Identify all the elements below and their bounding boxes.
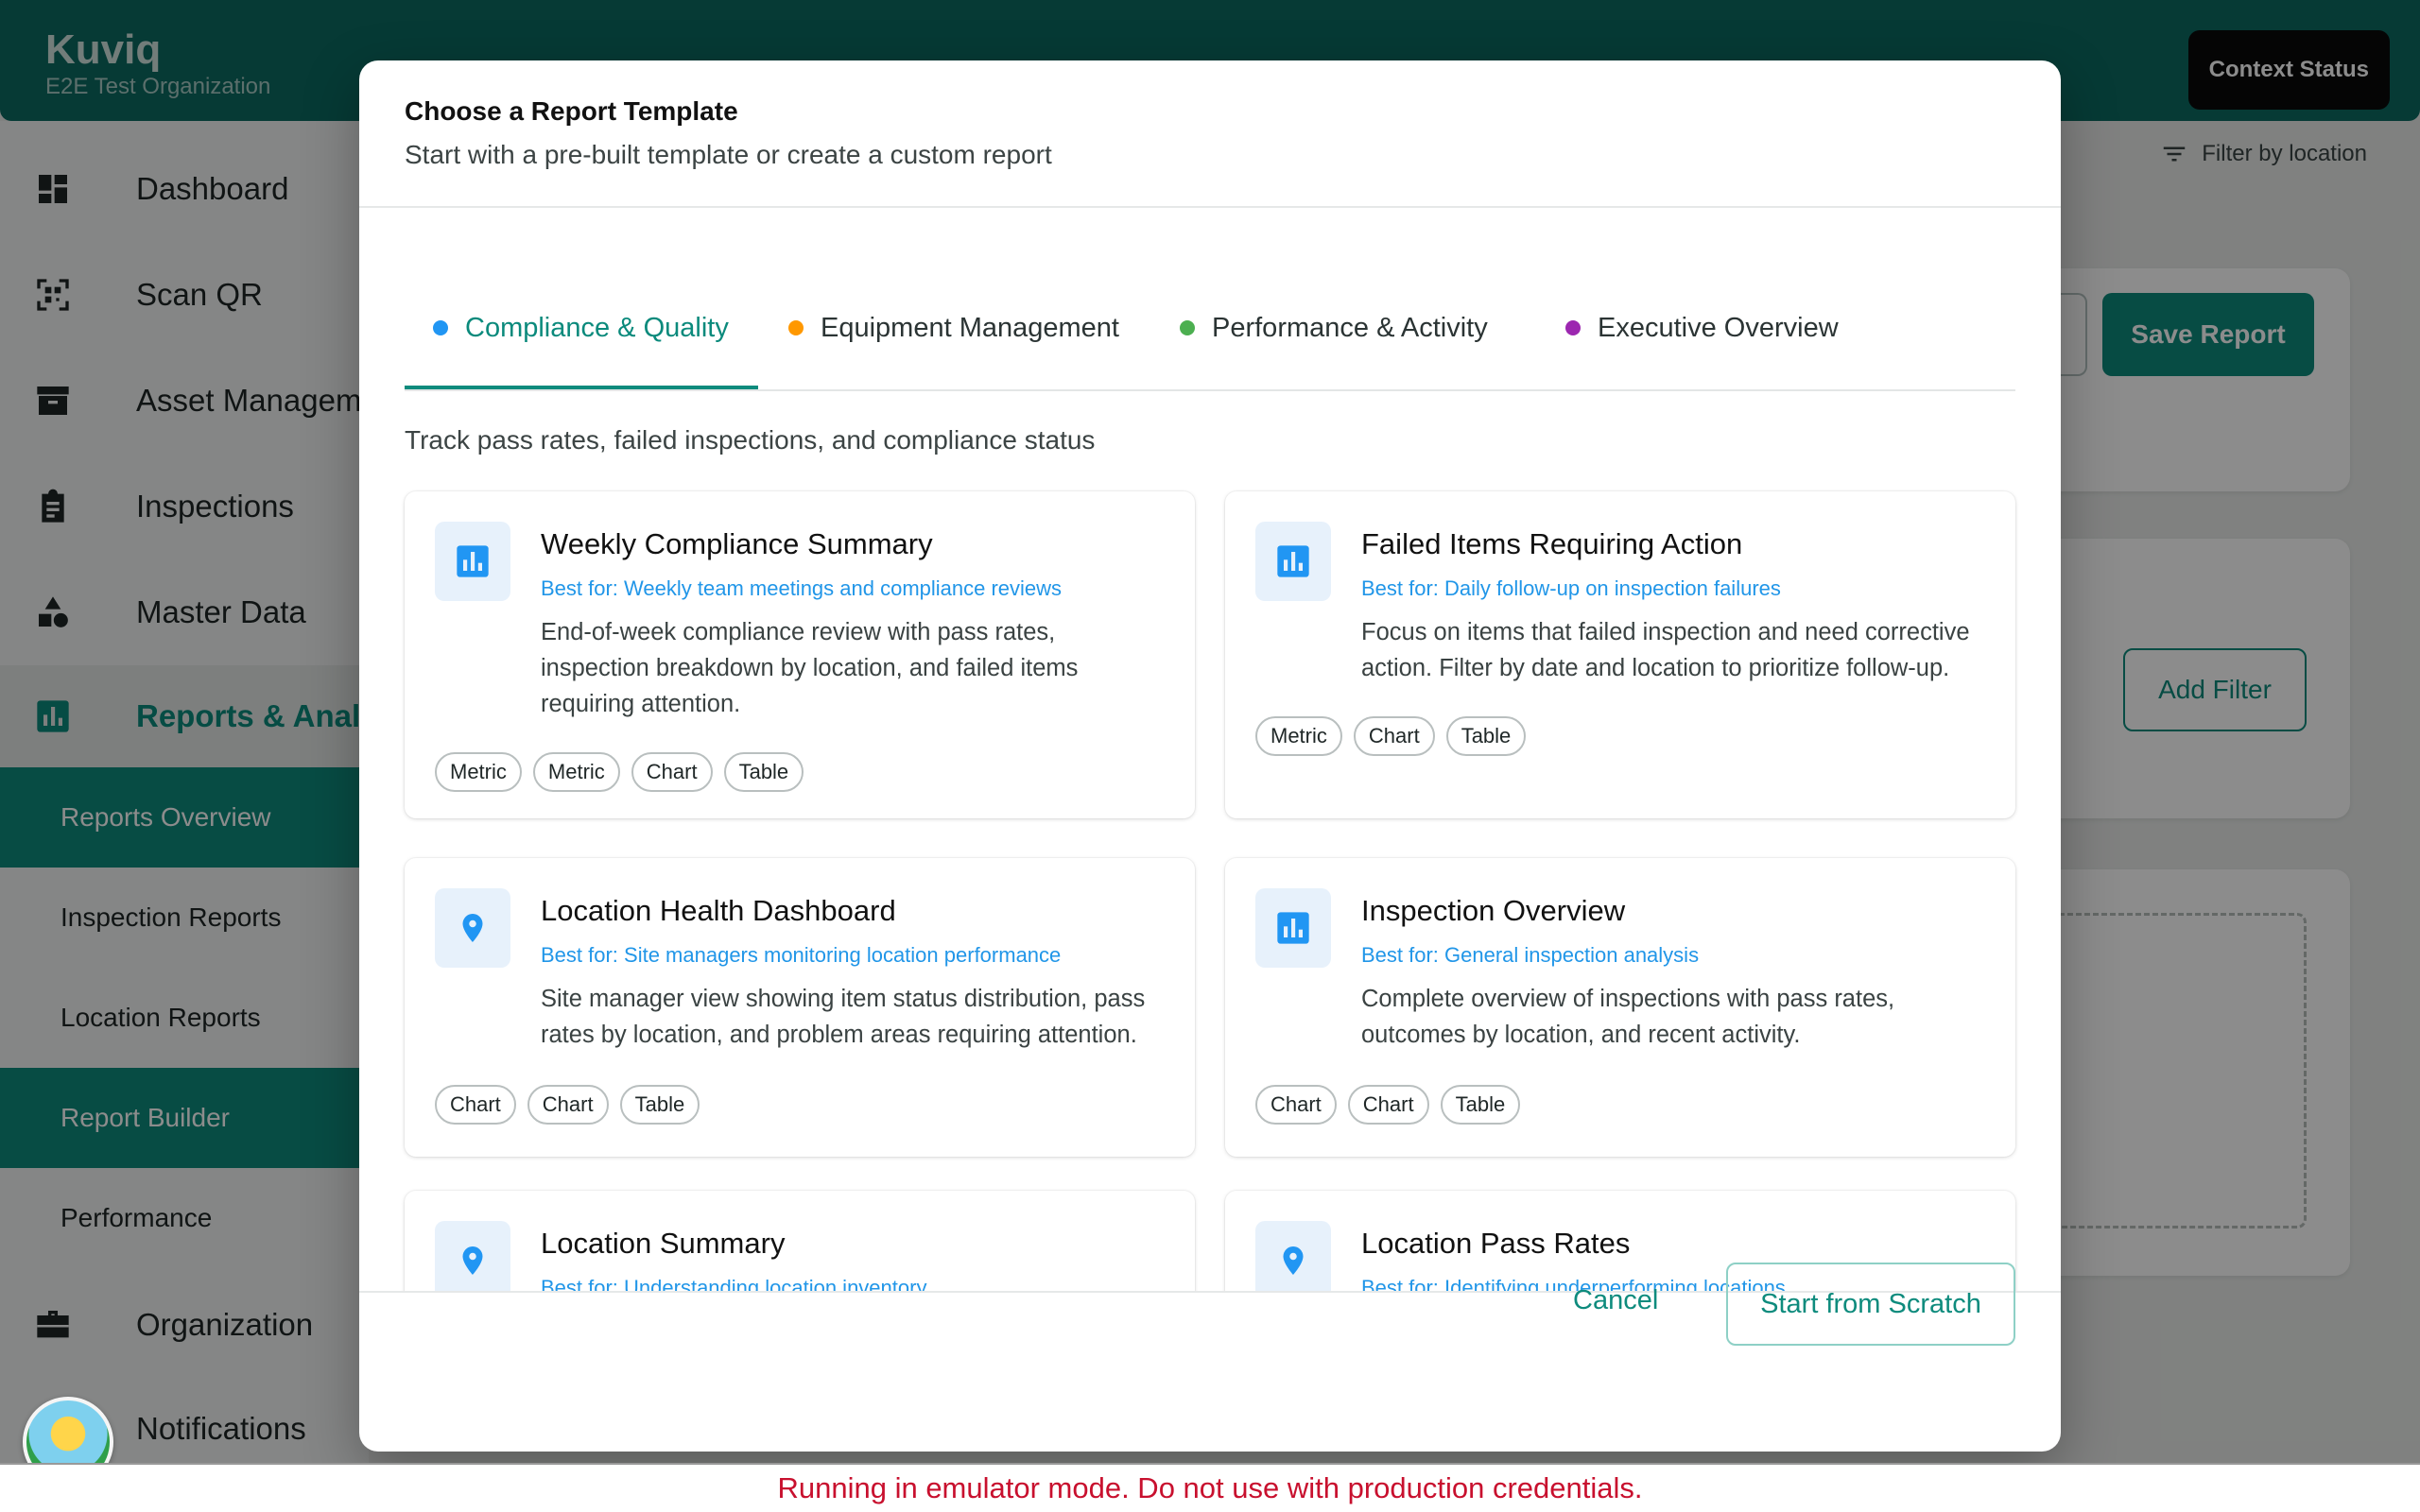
widget-chip: Chart <box>1347 1085 1429 1125</box>
widget-chip: Table <box>619 1085 700 1125</box>
widget-chip: Table <box>1445 716 1527 756</box>
category-dot-icon <box>1180 320 1195 335</box>
tab-label: Executive Overview <box>1598 312 1839 343</box>
widget-chip: Chart <box>1353 716 1435 756</box>
dialog-title: Choose a Report Template <box>405 96 738 126</box>
tab-performance-activity[interactable]: Performance & Activity <box>1180 266 1488 389</box>
template-name: Location Summary <box>541 1227 786 1260</box>
bar-chart-icon <box>1255 888 1331 968</box>
template-best-for: Best for: Understanding location invento… <box>541 1276 927 1291</box>
widget-chips: Chart Chart Table <box>435 1085 700 1125</box>
category-dot-icon <box>788 320 804 335</box>
template-description: Complete overview of inspections with pa… <box>1361 986 1895 1048</box>
tab-label: Performance & Activity <box>1212 312 1488 343</box>
template-name: Location Health Dashboard <box>541 894 896 927</box>
widget-chips: Metric Metric Chart Table <box>435 752 804 792</box>
template-card-location-summary[interactable]: Location Summary Best for: Understanding… <box>405 1191 1195 1291</box>
widget-chip: Chart <box>631 752 713 792</box>
divider <box>359 206 2061 208</box>
template-best-for: Best for: General inspection analysis <box>1361 943 1700 967</box>
tab-description: Track pass rates, failed inspections, an… <box>405 425 1096 455</box>
widget-chips: Metric Chart Table <box>1255 716 1527 756</box>
template-category-tabs: Compliance & Quality Equipment Managemen… <box>405 266 2015 391</box>
template-best-for: Best for: Weekly team meetings and compl… <box>541 576 1063 600</box>
widget-chip: Metric <box>1255 716 1342 756</box>
report-template-dialog: Choose a Report Template Start with a pr… <box>359 60 2061 1452</box>
tab-equipment-management[interactable]: Equipment Management <box>788 266 1119 389</box>
template-description: End-of-week compliance review with pass … <box>541 619 1079 717</box>
template-best-for: Best for: Daily follow-up on inspection … <box>1361 576 1781 600</box>
template-name: Weekly Compliance Summary <box>541 527 933 560</box>
bar-chart-icon <box>435 522 510 601</box>
tab-compliance-quality[interactable]: Compliance & Quality <box>433 266 729 389</box>
cancel-button[interactable]: Cancel <box>1573 1285 1658 1316</box>
widget-chip: Metric <box>532 752 620 792</box>
location-pin-icon <box>435 888 510 968</box>
widget-chip: Chart <box>435 1085 516 1125</box>
template-list[interactable]: Weekly Compliance Summary Best for: Week… <box>359 476 2061 1291</box>
widget-chips: Chart Chart Table <box>1255 1085 1521 1125</box>
tab-executive-overview[interactable]: Executive Overview <box>1565 266 1839 389</box>
widget-chip: Table <box>1440 1085 1521 1125</box>
start-from-scratch-button[interactable]: Start from Scratch <box>1726 1263 2015 1346</box>
widget-chip: Chart <box>527 1085 609 1125</box>
template-name: Inspection Overview <box>1361 894 1626 927</box>
tab-label: Equipment Management <box>821 312 1119 343</box>
template-description: Focus on items that failed inspection an… <box>1361 619 1970 681</box>
category-dot-icon <box>1565 320 1581 335</box>
emulator-warning-banner: Running in emulator mode. Do not use wit… <box>0 1463 2420 1512</box>
category-dot-icon <box>433 320 448 335</box>
dialog-subtitle: Start with a pre-built template or creat… <box>405 140 1052 169</box>
tab-label: Compliance & Quality <box>465 312 729 343</box>
location-pin-icon <box>1255 1221 1331 1291</box>
active-tab-indicator <box>405 386 758 389</box>
location-pin-icon <box>435 1221 510 1291</box>
template-name: Location Pass Rates <box>1361 1227 1631 1260</box>
template-best-for: Best for: Site managers monitoring locat… <box>541 943 1062 967</box>
template-card-failed-items-requiring-action[interactable]: Failed Items Requiring Action Best for: … <box>1225 491 2015 818</box>
template-card-inspection-overview[interactable]: Inspection Overview Best for: General in… <box>1225 858 2015 1157</box>
template-card-location-health-dashboard[interactable]: Location Health Dashboard Best for: Site… <box>405 858 1195 1157</box>
widget-chip: Chart <box>1255 1085 1337 1125</box>
template-name: Failed Items Requiring Action <box>1361 527 1743 560</box>
template-description: Site manager view showing item status di… <box>541 986 1146 1048</box>
template-card-weekly-compliance-summary[interactable]: Weekly Compliance Summary Best for: Week… <box>405 491 1195 818</box>
widget-chip: Table <box>723 752 804 792</box>
bar-chart-icon <box>1255 522 1331 601</box>
widget-chip: Metric <box>435 752 522 792</box>
